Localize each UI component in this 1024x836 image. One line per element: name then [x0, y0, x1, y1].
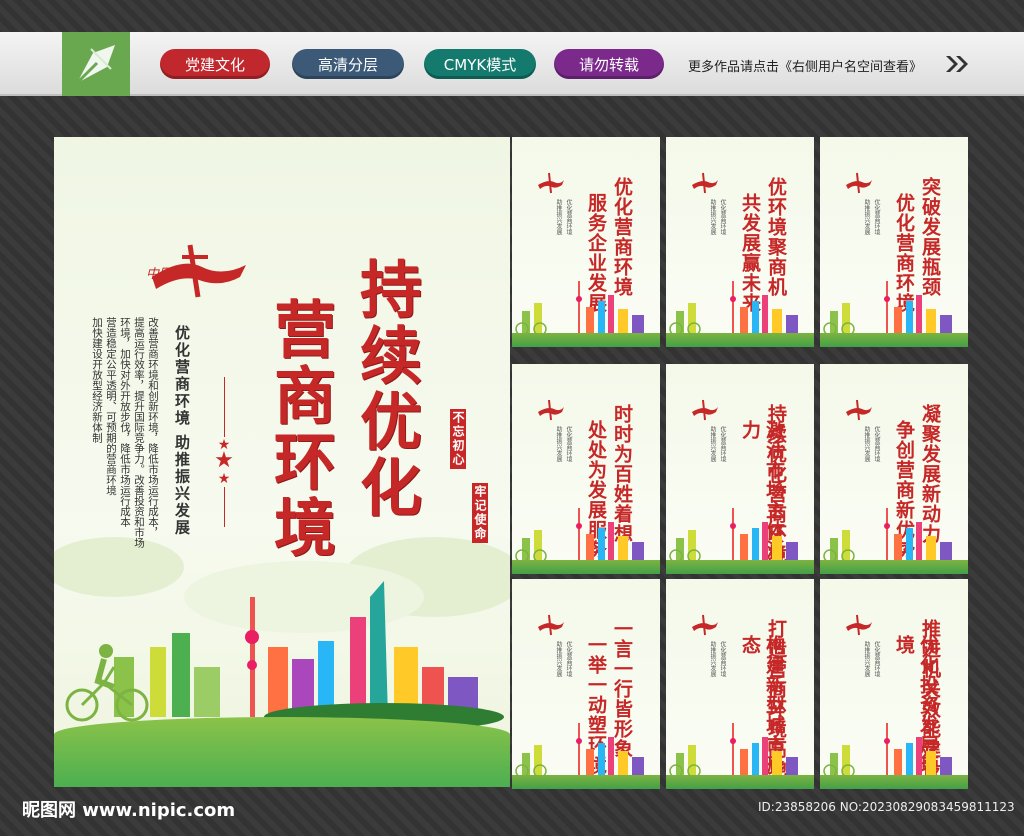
grass-strip: [820, 333, 968, 347]
grass-strip: [666, 333, 814, 347]
china-dream-logo: [538, 614, 564, 636]
grass-hill: [54, 717, 510, 787]
grass-strip: [820, 560, 968, 574]
poster-caption: 优化营商环境: [719, 199, 726, 235]
mini-poster: 突破发展瓶颈 优化营商环境 优化营商环境 助推振兴发展: [820, 137, 968, 347]
badge-never-forget: 不忘初心: [450, 409, 466, 469]
city-skyline: [669, 723, 798, 779]
mini-poster: 优环境聚商机 共发展赢未来 优化营商环境 助推振兴发展: [666, 137, 814, 347]
china-dream-logo: [692, 399, 718, 421]
mini-poster: 推进机关效能建设 优化投资发展环境 优化营商环境 助推振兴发展: [820, 579, 968, 789]
china-dream-logo-text: 中国梦: [146, 267, 186, 282]
grass-strip: [512, 333, 660, 347]
grass-strip: [666, 775, 814, 789]
poster-caption: 优化营商环境: [873, 641, 880, 677]
china-dream-logo: [538, 172, 564, 194]
city-skyline: [669, 281, 798, 337]
city-skyline: [669, 508, 798, 564]
badge-keep-mission: 牢记使命: [472, 483, 488, 543]
china-dream-logo: [846, 614, 872, 636]
china-dream-logo: [538, 399, 564, 421]
grass-strip: [666, 560, 814, 574]
body-line-4: 营造稳定公平透明、可预期的营商环境: [105, 317, 117, 496]
mini-poster: 一言一行皆形象 一举一动塑环境 优化营商环境 助推振兴发展: [512, 579, 660, 789]
poster-caption: 优化营商环境: [565, 426, 572, 462]
tag-cmyk-mode[interactable]: CMYK模式: [424, 49, 536, 79]
star-icon: ★: [214, 448, 234, 473]
city-skyline: [823, 508, 952, 564]
star-icon: ★: [217, 471, 231, 487]
poster-caption: 助推振兴发展: [709, 641, 716, 677]
body-line-1: 改善营商环境和创新环境，降低市场运行成本，: [147, 317, 159, 538]
cyclist-icon: [65, 644, 149, 722]
poster-caption: 助推振兴发展: [709, 426, 716, 462]
main-subtitle: 优化营商环境 助推振兴发展: [173, 325, 191, 537]
poster-caption: 助推振兴发展: [863, 641, 870, 677]
city-skyline: [515, 723, 644, 779]
city-skyline: [823, 281, 952, 337]
china-dream-logo: [846, 399, 872, 421]
china-dream-logo: [692, 172, 718, 194]
mini-poster: 时时为百姓着想 处处为发展服务 优化营商环境 助推振兴发展: [512, 364, 660, 574]
city-skyline: [515, 281, 644, 337]
image-id-label: ID:23858206 NO:20230829083459811123: [758, 800, 1015, 814]
poster-caption: 优化营商环境: [873, 199, 880, 235]
site-watermark: 昵图网 www.nipic.com: [22, 800, 236, 821]
poster-caption: 助推振兴发展: [555, 426, 562, 462]
poster-caption: 助推振兴发展: [709, 199, 716, 235]
main-poster: 中国梦 持续优化 营商环境 优化营商环境 助推振兴发展 ★ ★ ★ 改善营商环境…: [54, 137, 510, 787]
poster-caption: 助推振兴发展: [555, 199, 562, 235]
top-bar: 党建文化 高清分层 CMYK模式 请勿转载 更多作品请点击《右侧用户名空间查看》: [0, 32, 1024, 96]
city-skyline: [823, 723, 952, 779]
china-dream-logo: 中国梦: [142, 237, 252, 311]
main-title-line-2: 营商环境: [263, 297, 336, 561]
poster-caption: 优化营商环境: [719, 641, 726, 677]
poster-caption: 优化营商环境: [565, 641, 572, 677]
poster-caption: 优化营商环境: [565, 199, 572, 235]
grass-strip: [512, 775, 660, 789]
tag-no-repost[interactable]: 请勿转载: [554, 49, 664, 79]
more-works-note[interactable]: 更多作品请点击《右侧用户名空间查看》: [688, 56, 922, 75]
body-line-3: 环境，加快对外开放步伐，降低市场运行成本: [119, 317, 131, 527]
poster-caption: 助推振兴发展: [863, 199, 870, 235]
tag-party-culture[interactable]: 党建文化: [160, 49, 270, 79]
mini-poster: 优化营商环境 服务企业发展 优化营商环境 助推振兴发展: [512, 137, 660, 347]
china-dream-logo: [692, 614, 718, 636]
mini-poster: 打造营商环境高地 构建新型城市形态 优化营商环境 助推振兴发展: [666, 579, 814, 789]
poster-caption: 优化营商环境: [873, 426, 880, 462]
grass-strip: [820, 775, 968, 789]
city-skyline: [515, 508, 644, 564]
main-title-line-1: 持续优化: [349, 257, 422, 521]
brand-logo[interactable]: [62, 32, 130, 96]
poster-caption: 助推振兴发展: [863, 426, 870, 462]
mini-poster: 凝聚发展新动力 争创营商新优势 优化营商环境 助推振兴发展: [820, 364, 968, 574]
poster-caption: 助推振兴发展: [555, 641, 562, 677]
star-divider: ★ ★ ★: [214, 377, 234, 527]
double-arrow-right-icon[interactable]: [944, 54, 970, 74]
poster-caption: 优化营商环境: [719, 426, 726, 462]
tag-hd-layers[interactable]: 高清分层: [292, 49, 404, 79]
body-line-2: 提高运行效率，提升国际竞争力。改善投资和市场: [133, 317, 145, 548]
mini-poster: 持续优化营商环境 激活市场主体活力 优化营商环境 助推振兴发展: [666, 364, 814, 574]
body-line-5: 加快建设开放型经济新体制: [91, 317, 103, 443]
grass-strip: [512, 560, 660, 574]
pen-nib-icon: [75, 45, 115, 85]
china-dream-logo: [846, 172, 872, 194]
